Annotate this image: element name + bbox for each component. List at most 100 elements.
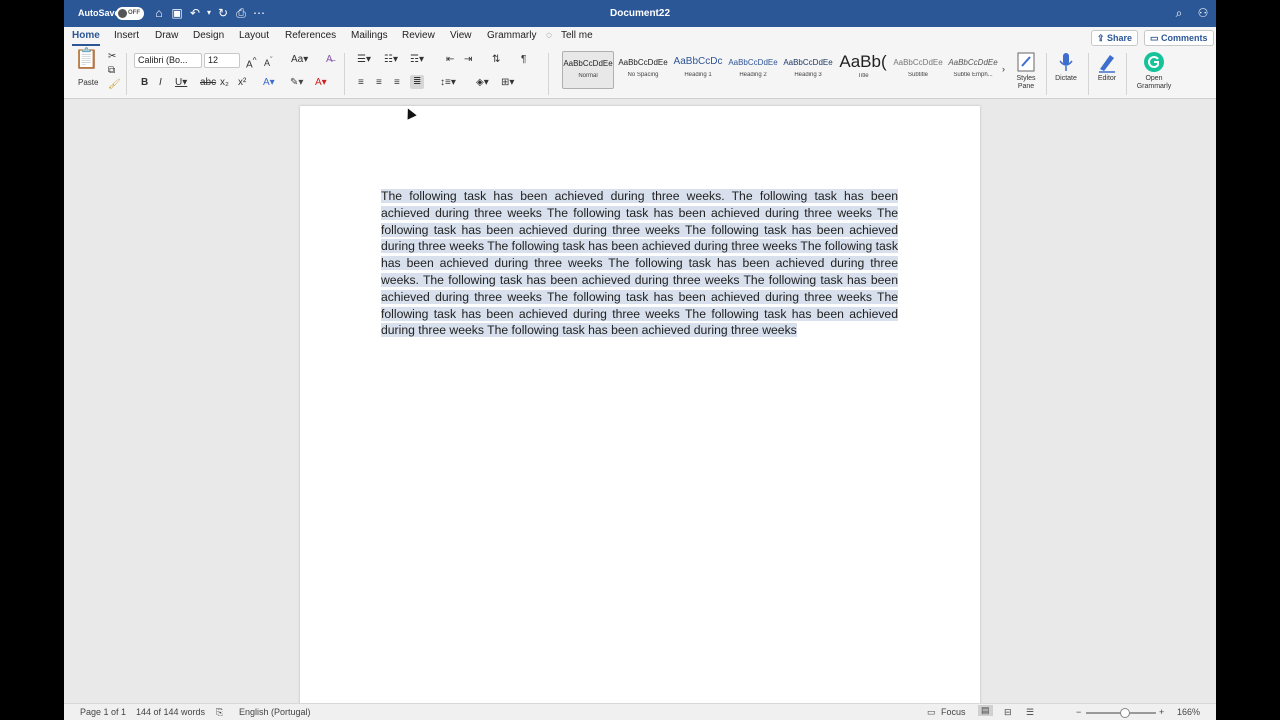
superscript-icon[interactable]: x² — [238, 77, 246, 89]
print-icon[interactable]: ⎙ — [234, 6, 248, 20]
align-left-icon[interactable]: ≡ — [358, 77, 364, 89]
style-no-spacing[interactable]: AaBbCcDdEe No Spacing — [617, 51, 669, 89]
highlight-icon[interactable]: ✎▾ — [290, 77, 303, 89]
cut-icon[interactable]: ✂ — [108, 51, 116, 63]
sort-icon[interactable]: ⇅ — [492, 54, 500, 66]
font-color-icon[interactable]: A▾ — [315, 77, 327, 89]
word-window: AutoSave OFF ⌂ ▣ ↶ ▾ ↻ ⎙ ⋯ Document22 ⌕ … — [64, 0, 1216, 720]
shrink-font-icon[interactable]: Aˇ — [264, 54, 273, 69]
font-size-select[interactable]: 12 — [204, 53, 240, 68]
autosave-toggle[interactable]: OFF — [116, 7, 144, 20]
selected-text[interactable]: The following task has been achieved dur… — [381, 189, 898, 338]
styles-pane-button[interactable]: Styles Pane — [1014, 51, 1038, 91]
tab-tell-me[interactable]: Tell me — [561, 30, 593, 41]
document-page[interactable]: The following task has been achieved dur… — [300, 106, 980, 706]
divider — [1088, 53, 1089, 95]
language-status[interactable]: English (Portugal) — [239, 707, 311, 717]
style-name: Subtitle — [907, 72, 928, 78]
subscript-icon[interactable]: x₂ — [220, 77, 229, 89]
style-normal[interactable]: AaBbCcDdEe Normal — [562, 51, 614, 89]
redo-icon[interactable]: ↻ — [216, 6, 230, 20]
italic-icon[interactable]: I — [159, 77, 162, 89]
underline-icon[interactable]: U▾ — [175, 77, 187, 89]
tab-grammarly[interactable]: Grammarly — [487, 30, 536, 41]
show-formatting-icon[interactable]: ¶ — [521, 54, 526, 66]
align-center-icon[interactable]: ≡ — [376, 77, 382, 89]
style-heading-3[interactable]: AaBbCcDdEe Heading 3 — [782, 51, 834, 89]
focus-label[interactable]: Focus — [941, 707, 966, 717]
style-subtle-emphasis[interactable]: AaBbCcDdEe Subtle Emph... — [947, 51, 999, 89]
home-icon[interactable]: ⌂ — [152, 6, 166, 20]
zoom-level[interactable]: 166% — [1177, 707, 1200, 717]
divider — [1126, 53, 1127, 95]
proofing-icon[interactable]: ⎘ — [216, 707, 223, 718]
line-spacing-icon[interactable]: ↕≡▾ — [440, 77, 456, 89]
more-icon[interactable]: ⋯ — [252, 6, 266, 20]
style-name: Subtle Emph... — [953, 72, 993, 78]
tab-home[interactable]: Home — [72, 30, 100, 46]
status-bar: Page 1 of 1 144 of 144 words ⎘ English (… — [64, 703, 1216, 720]
format-painter-icon[interactable]: 🖌 — [108, 79, 121, 91]
style-subtitle[interactable]: AaBbCcDdEe Subtitle — [892, 51, 944, 89]
numbering-icon[interactable]: ☷▾ — [384, 54, 398, 66]
undo-icon[interactable]: ↶ — [188, 6, 202, 20]
increase-indent-icon[interactable]: ⇥ — [464, 54, 472, 66]
tab-view[interactable]: View — [450, 30, 472, 41]
tab-design[interactable]: Design — [193, 30, 224, 41]
style-sample: AaBbCcDdEe — [893, 58, 943, 67]
save-icon[interactable]: ▣ — [170, 6, 184, 20]
style-heading-2[interactable]: AaBbCcDdEe Heading 2 — [727, 51, 779, 89]
undo-dropdown-icon[interactable]: ▾ — [202, 6, 216, 20]
justify-icon[interactable]: ≣ — [410, 75, 425, 89]
tab-review[interactable]: Review — [402, 30, 435, 41]
paste-icon[interactable]: 📋 — [74, 49, 99, 69]
ribbon-tabs: Home Insert Draw Design Layout Reference… — [64, 27, 1216, 46]
multilevel-list-icon[interactable]: ☶▾ — [410, 54, 424, 66]
strikethrough-icon[interactable]: abc — [200, 77, 216, 89]
style-name: Normal — [578, 73, 598, 79]
copy-icon[interactable]: ⧉ — [108, 65, 115, 77]
grow-font-icon[interactable]: A^ — [246, 54, 257, 71]
web-layout-icon[interactable]: ⊟ — [1004, 707, 1012, 718]
tab-references[interactable]: References — [285, 30, 336, 41]
style-sample: AaBbCcDdEe — [728, 58, 778, 67]
print-layout-icon[interactable]: ▤ — [978, 705, 993, 716]
zoom-slider-handle[interactable] — [1120, 708, 1130, 718]
dictate-button[interactable]: Dictate — [1052, 51, 1080, 83]
tab-draw[interactable]: Draw — [155, 30, 178, 41]
title-bar: AutoSave OFF ⌂ ▣ ↶ ▾ ↻ ⎙ ⋯ Document22 ⌕ … — [64, 0, 1216, 27]
font-name-select[interactable]: Calibri (Bo... — [134, 53, 202, 68]
style-heading-1[interactable]: AaBbCcDc Heading 1 — [672, 51, 724, 89]
shading-icon[interactable]: ◈▾ — [476, 77, 489, 89]
outline-view-icon[interactable]: ☰ — [1026, 707, 1034, 718]
document-paragraph[interactable]: The following task has been achieved dur… — [381, 188, 898, 339]
tab-mailings[interactable]: Mailings — [351, 30, 388, 41]
share-button[interactable]: ⇪ Share — [1091, 30, 1139, 46]
clear-formatting-icon[interactable]: A̶ — [326, 54, 333, 66]
tab-layout[interactable]: Layout — [239, 30, 269, 41]
style-title[interactable]: AaBb( Title — [837, 51, 889, 89]
focus-icon[interactable]: ▭ — [927, 707, 936, 718]
word-count[interactable]: 144 of 144 words — [136, 707, 205, 717]
tab-insert[interactable]: Insert — [114, 30, 139, 41]
autosave-label: AutoSave — [78, 8, 120, 18]
bold-icon[interactable]: B — [141, 77, 148, 89]
zoom-in-icon[interactable]: + — [1159, 707, 1164, 717]
text-effects-icon[interactable]: A▾ — [263, 77, 275, 89]
change-case-icon[interactable]: Aa▾ — [291, 54, 308, 66]
align-right-icon[interactable]: ≡ — [394, 77, 400, 89]
account-icon[interactable]: ⚇ — [1196, 6, 1210, 20]
share-label: Share — [1107, 33, 1133, 43]
decrease-indent-icon[interactable]: ⇤ — [446, 54, 454, 66]
page-count[interactable]: Page 1 of 1 — [80, 707, 126, 717]
document-canvas[interactable]: The following task has been achieved dur… — [64, 100, 1216, 706]
borders-icon[interactable]: ⊞▾ — [501, 77, 514, 89]
comments-button[interactable]: ▭ Comments — [1144, 30, 1214, 46]
editor-button[interactable]: Editor — [1094, 51, 1120, 83]
styles-more-chevron-icon[interactable]: › — [1002, 63, 1005, 75]
search-icon[interactable]: ⌕ — [1172, 6, 1186, 20]
open-grammarly-button[interactable]: Open Grammarly — [1132, 51, 1176, 91]
paste-label[interactable]: Paste — [78, 77, 98, 89]
zoom-out-icon[interactable]: − — [1076, 707, 1081, 717]
bullets-icon[interactable]: ☰▾ — [357, 54, 371, 66]
